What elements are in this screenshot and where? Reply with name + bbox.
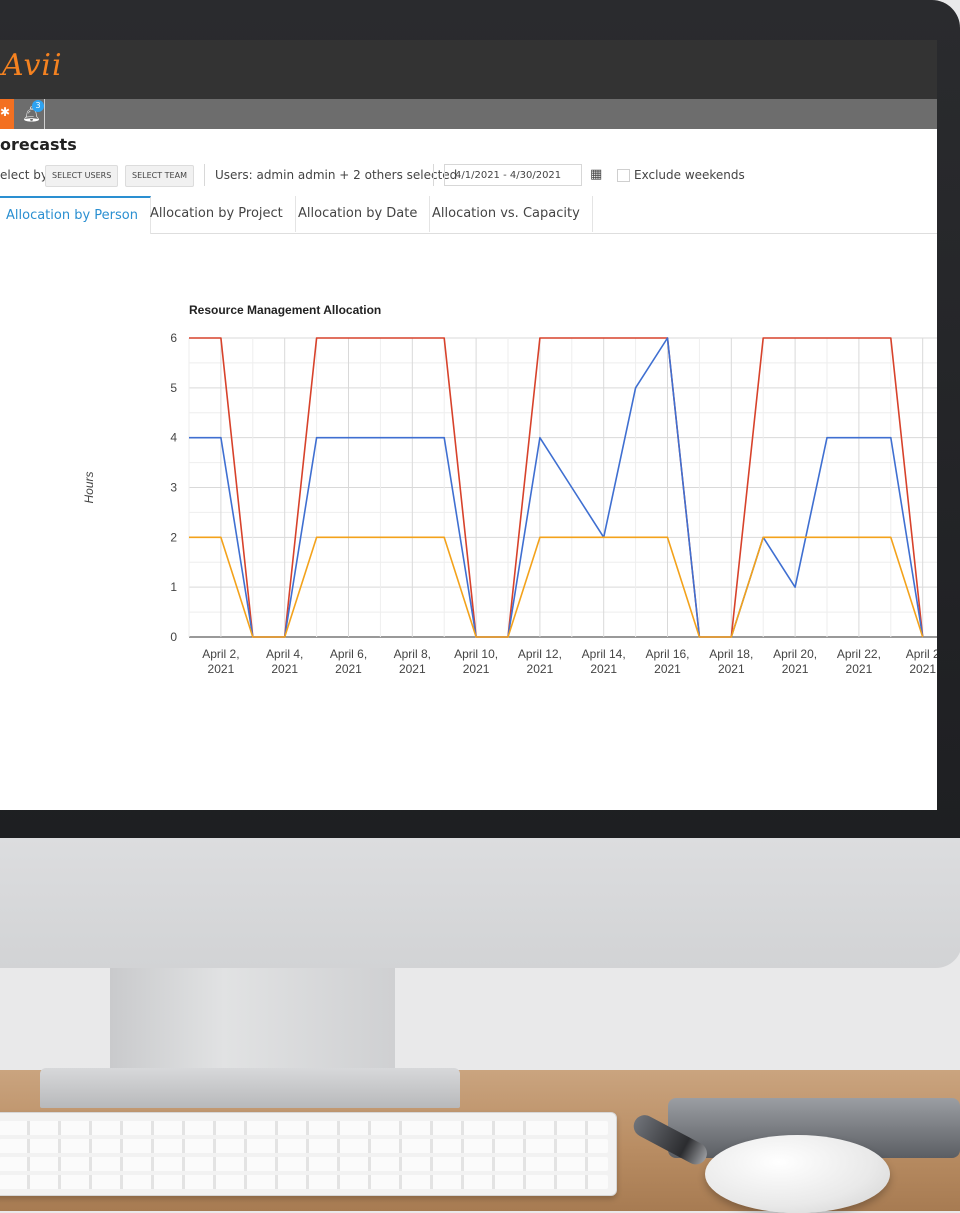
keyboard-row [0,1175,608,1189]
y-tick-label: 2 [170,530,177,544]
app-header: Avii [0,40,937,99]
x-tick-label: April 6, [330,647,367,661]
x-tick-label: April 18, [709,647,753,661]
select-team-button[interactable]: SELECT TEAM [125,165,194,187]
tab-allocation-by-person[interactable]: Allocation by Person [0,196,151,234]
monitor-stand-foot [40,1068,460,1108]
select-by-label: elect by: [0,168,52,182]
date-range-input[interactable]: 4/1/2021 - 4/30/2021 [444,164,582,186]
x-tick-label: 2021 [846,662,873,676]
x-tick-label: 2021 [909,662,936,676]
select-users-button[interactable]: SELECT USERS [45,165,119,187]
y-axis-label: Hours [82,471,96,503]
logo: Avii [2,48,63,83]
keyboard-row [0,1121,608,1135]
y-tick-label: 1 [170,580,177,594]
keyboard [0,1112,617,1196]
chart-svg: 0123456April 2,2021April 4,2021April 6,2… [82,303,937,676]
filter-divider [433,164,434,186]
gear-icon: ✱ [0,105,11,119]
y-tick-label: 3 [170,481,177,495]
scene: Avii ✱ 🔔︎ 3 orecasts elect by: SELECT US… [0,0,960,1213]
y-tick-label: 5 [170,381,177,395]
x-tick-label: 2021 [718,662,745,676]
keyboard-row [0,1157,608,1171]
x-tick-label: April 12, [518,647,562,661]
calendar-icon[interactable]: ▦ [590,167,602,182]
x-tick-label: April 2, [202,647,239,661]
exclude-weekends-checkbox[interactable] [617,169,630,182]
tab-allocation-vs-capacity[interactable]: Allocation vs. Capacity [420,196,593,232]
monitor-chin [0,838,960,968]
x-tick-label: 2021 [335,662,362,676]
page-title: orecasts [0,135,77,154]
monitor-stand [110,968,395,1078]
x-tick-label: April 8, [394,647,431,661]
tab-allocation-by-project[interactable]: Allocation by Project [138,196,296,232]
x-tick-label: 2021 [208,662,235,676]
x-tick-label: 2021 [271,662,298,676]
exclude-weekends-label: Exclude weekends [634,168,745,182]
x-tick-label: April 20, [773,647,817,661]
x-tick-label: April 16, [645,647,689,661]
y-tick-label: 6 [170,331,177,345]
mouse [705,1135,890,1213]
x-tick-label: 2021 [590,662,617,676]
notification-badge: 3 [32,100,44,112]
x-tick-label: April 22, [837,647,881,661]
keyboard-row [0,1139,608,1153]
x-tick-label: April 2 [906,647,937,661]
notifications-button[interactable]: 🔔︎ 3 [14,99,45,129]
screen: Avii ✱ 🔔︎ 3 orecasts elect by: SELECT US… [0,40,937,810]
x-tick-label: 2021 [654,662,681,676]
x-tick-label: April 4, [266,647,303,661]
x-tick-label: April 14, [582,647,626,661]
users-selected-text: Users: admin admin + 2 others selected [215,168,458,182]
filter-divider [204,164,205,186]
toolbar [0,99,937,129]
x-tick-label: 2021 [463,662,490,676]
y-tick-label: 0 [170,630,177,644]
tab-bar: Allocation by Person Allocation by Proje… [0,196,937,234]
chart-title: Resource Management Allocation [189,303,381,317]
x-tick-label: 2021 [399,662,426,676]
x-tick-label: 2021 [527,662,554,676]
x-tick-label: April 10, [454,647,498,661]
allocation-chart: 0 1 2 3 4 5 6 April 2, 2021 April 4, 2021 April 6, 2… [0,280,937,760]
x-tick-label: 2021 [782,662,809,676]
y-tick-label: 4 [170,431,177,445]
tab-allocation-by-date[interactable]: Allocation by Date [286,196,431,232]
